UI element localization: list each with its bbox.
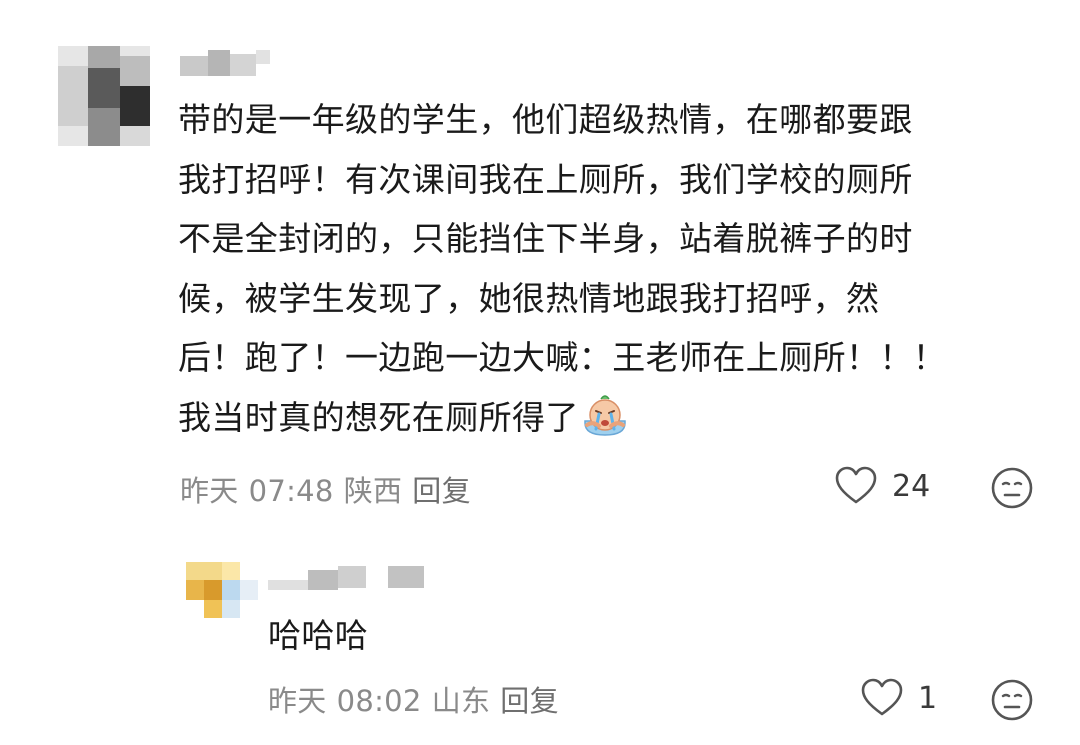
like-count: 24 bbox=[892, 468, 931, 504]
comment-item: 带的是一年级的学生，他们超级热情，在哪都要跟 我打招呼！有次课间我在上厕所，我们… bbox=[0, 0, 1080, 540]
crying-emoji-icon bbox=[584, 394, 626, 436]
username-blurred[interactable] bbox=[268, 566, 428, 592]
avatar[interactable] bbox=[58, 46, 150, 146]
username-blurred[interactable] bbox=[180, 50, 270, 78]
dislike-button[interactable] bbox=[990, 678, 1034, 726]
like-button[interactable]: 24 bbox=[834, 466, 930, 506]
comment-meta: 昨天 07:48 陕西 回复 bbox=[180, 468, 481, 510]
avatar[interactable] bbox=[186, 562, 258, 618]
like-button[interactable]: 1 bbox=[860, 678, 937, 718]
comment-date: 昨天 bbox=[180, 474, 239, 508]
comment-time: 07:48 bbox=[248, 474, 334, 508]
comment-location: 山东 bbox=[431, 684, 491, 718]
heart-icon bbox=[835, 466, 877, 504]
comment-text: 带的是一年级的学生，他们超级热情，在哪都要跟 我打招呼！有次课间我在上厕所，我们… bbox=[178, 90, 946, 447]
comment-line: 候，被学生发现了，她很热情地跟我打招呼，然 bbox=[178, 278, 880, 318]
comment-line: 我当时真的想死在厕所得了 bbox=[178, 397, 579, 437]
comment-line: 哈哈哈 bbox=[268, 616, 369, 655]
neutral-face-icon bbox=[991, 467, 1033, 509]
like-count: 1 bbox=[918, 680, 938, 716]
comment-line: 带的是一年级的学生，他们超级热情，在哪都要跟 bbox=[178, 100, 913, 139]
comment-meta: 昨天 08:02 山东 回复 bbox=[268, 678, 569, 720]
comment-line: 我打招呼！有次课间我在上厕所，我们学校的厕所 bbox=[178, 159, 913, 199]
dislike-button[interactable] bbox=[990, 466, 1034, 514]
comment-line: 后！跑了！一边跑一边大喊：王老师在上厕所！！！ bbox=[178, 338, 947, 377]
heart-icon bbox=[861, 678, 903, 716]
comment-line: 不是全封闭的，只能挡住下半身，站着脱裤子的时 bbox=[178, 219, 913, 258]
neutral-face-icon bbox=[991, 679, 1033, 721]
comment-date: 昨天 bbox=[268, 684, 327, 718]
reply-button[interactable]: 回复 bbox=[500, 684, 559, 718]
reply-button[interactable]: 回复 bbox=[412, 474, 471, 508]
comment-location: 陕西 bbox=[343, 474, 403, 508]
comment-time: 08:02 bbox=[336, 684, 422, 718]
reply-comment-text: 哈哈哈 bbox=[268, 606, 368, 666]
comment-line-last: 我当时真的想死在厕所得了 bbox=[178, 388, 946, 448]
